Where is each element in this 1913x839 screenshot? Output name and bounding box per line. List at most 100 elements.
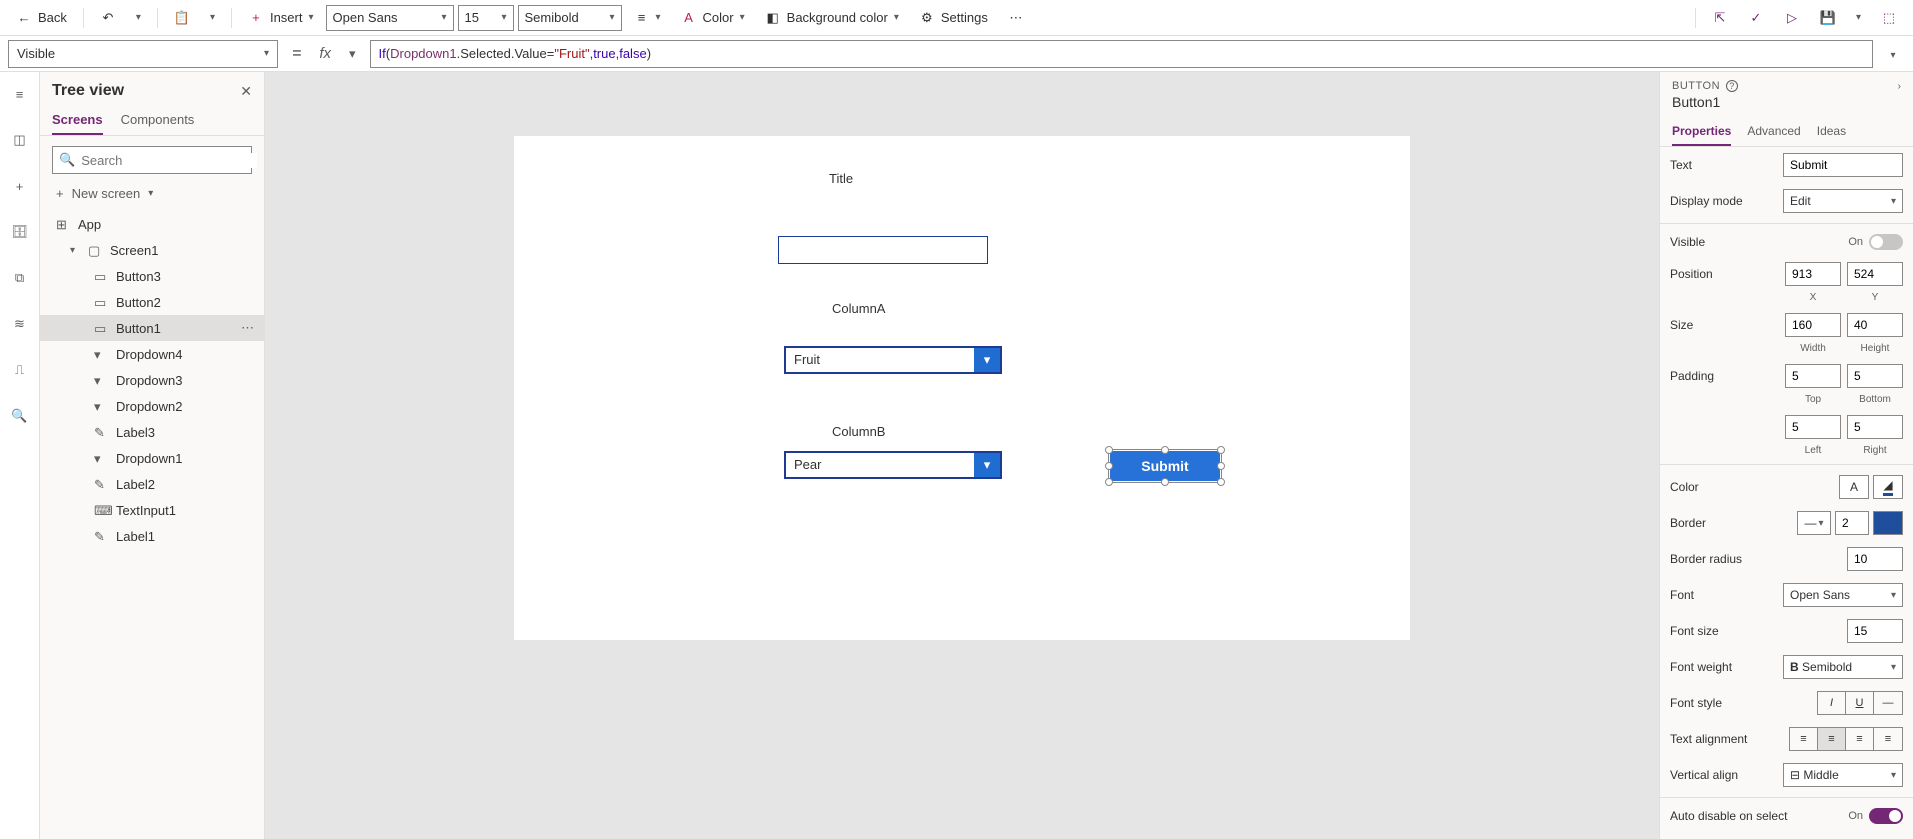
border-style-select[interactable]: — ▾ — [1797, 511, 1831, 535]
expand-icon[interactable]: ▾ — [70, 245, 80, 256]
resize-handle[interactable] — [1217, 462, 1225, 470]
tree-item-dropdown2[interactable]: ▾Dropdown2 — [40, 393, 264, 419]
share-button[interactable]: ⇱ — [1704, 6, 1736, 30]
resize-handle[interactable] — [1105, 446, 1113, 454]
dropdown-b-chevron[interactable]: ▾ — [974, 453, 1000, 477]
tree-item-textinput1[interactable]: ⌨TextInput1 — [40, 497, 264, 523]
prop-padright-input[interactable] — [1847, 415, 1903, 439]
search-input[interactable] — [81, 153, 257, 168]
italic-button[interactable]: I — [1818, 692, 1846, 714]
tree-item-label3[interactable]: ✎Label3 — [40, 419, 264, 445]
new-screen-button[interactable]: + New screen ▾ — [40, 180, 264, 207]
info-icon[interactable]: ? — [1726, 80, 1738, 92]
tree-item-screen1[interactable]: ▾▢Screen1 — [40, 237, 264, 263]
font-family-select[interactable]: Open Sans ▾ — [326, 5, 454, 31]
insert-button[interactable]: + Insert ▾ — [240, 6, 322, 30]
dropdown-a-chevron[interactable]: ▾ — [974, 348, 1000, 372]
tab-components[interactable]: Components — [121, 106, 195, 135]
settings-button[interactable]: ⚙ Settings — [911, 6, 996, 30]
prop-padleft-input[interactable] — [1785, 415, 1841, 439]
property-select[interactable]: Visible ▾ — [8, 40, 278, 68]
paste-button[interactable]: 📋 — [166, 6, 198, 30]
tab-ideas[interactable]: Ideas — [1817, 118, 1846, 146]
undo-button[interactable]: ↶ — [92, 6, 124, 30]
tree-item-dropdown1[interactable]: ▾Dropdown1 — [40, 445, 264, 471]
rail-tree-button[interactable]: ≡ — [4, 78, 36, 110]
prop-width-input[interactable] — [1785, 313, 1841, 337]
rail-data-button[interactable]: 🗄 — [4, 216, 36, 248]
prop-displaymode-select[interactable]: Edit▾ — [1783, 189, 1903, 213]
close-panel-button[interactable]: ✕ — [240, 83, 252, 100]
rail-media-button[interactable]: ⧉ — [4, 262, 36, 294]
back-button[interactable]: ← Back — [8, 6, 75, 30]
tab-properties[interactable]: Properties — [1672, 118, 1731, 146]
fill-color-button[interactable]: ◢ — [1873, 475, 1903, 499]
tree-item-button1[interactable]: ▭Button1⋯ — [40, 315, 264, 341]
underline-button[interactable]: U — [1846, 692, 1874, 714]
rail-insert-button[interactable]: ◫ — [4, 124, 36, 156]
canvas-columnb-label[interactable]: ColumnB — [832, 424, 885, 439]
prop-font-select[interactable]: Open Sans▾ — [1783, 583, 1903, 607]
expand-formula-button[interactable]: ▾ — [1881, 46, 1905, 61]
more-button[interactable]: ⋯ — [1000, 6, 1032, 30]
prop-fontweight-select[interactable]: B Semibold▾ — [1783, 655, 1903, 679]
prop-padtop-input[interactable] — [1785, 364, 1841, 388]
tree-item-button2[interactable]: ▭Button2 — [40, 289, 264, 315]
strike-button[interactable]: — — [1874, 692, 1902, 714]
tab-advanced[interactable]: Advanced — [1747, 118, 1800, 146]
formula-input[interactable]: If(Dropdown1.Selected.Value="Fruit",true… — [370, 40, 1873, 68]
resize-handle[interactable] — [1105, 478, 1113, 486]
tab-screens[interactable]: Screens — [52, 106, 103, 135]
tree-item-app[interactable]: ⊞App — [40, 211, 264, 237]
resize-handle[interactable] — [1161, 478, 1169, 486]
autodisable-toggle[interactable] — [1869, 808, 1903, 824]
align-left-button[interactable]: ≡ — [1790, 728, 1818, 750]
prop-x-input[interactable] — [1785, 262, 1841, 286]
rail-variables-button[interactable]: ⎍ — [4, 354, 36, 386]
border-width-input[interactable] — [1835, 511, 1869, 535]
prop-valign-select[interactable]: ⊟ Middle▾ — [1783, 763, 1903, 787]
prop-fontsize-input[interactable] — [1847, 619, 1903, 643]
app-checker-button[interactable]: ✓ — [1740, 6, 1772, 30]
rail-flow-button[interactable]: ≋ — [4, 308, 36, 340]
save-menu[interactable]: ▾ — [1848, 8, 1869, 27]
preview-button[interactable]: ▷ — [1776, 6, 1808, 30]
tree-item-label2[interactable]: ✎Label2 — [40, 471, 264, 497]
visible-toggle[interactable] — [1869, 234, 1903, 250]
prop-y-input[interactable] — [1847, 262, 1903, 286]
undo-menu[interactable]: ▾ — [128, 8, 149, 27]
save-button[interactable]: 💾 — [1812, 6, 1844, 30]
canvas-columna-label[interactable]: ColumnA — [832, 301, 885, 316]
prop-height-input[interactable] — [1847, 313, 1903, 337]
prop-radius-input[interactable] — [1847, 547, 1903, 571]
text-color-button[interactable]: A — [1839, 475, 1869, 499]
rail-add-button[interactable]: + — [4, 170, 36, 202]
prop-padbottom-input[interactable] — [1847, 364, 1903, 388]
canvas-text-input[interactable] — [778, 236, 988, 264]
tree-item-dropdown4[interactable]: ▾Dropdown4 — [40, 341, 264, 367]
canvas-title-label[interactable]: Title — [829, 171, 853, 186]
tree-item-button3[interactable]: ▭Button3 — [40, 263, 264, 289]
tree-item-label1[interactable]: ✎Label1 — [40, 523, 264, 549]
font-color-button[interactable]: A Color ▾ — [673, 6, 753, 30]
canvas-dropdown-b[interactable]: Pear ▾ — [784, 451, 1002, 479]
more-icon[interactable]: ⋯ — [241, 320, 254, 336]
canvas-area[interactable]: Title ColumnA Fruit ▾ ColumnB Pear ▾ Sub… — [265, 72, 1659, 839]
resize-handle[interactable] — [1161, 446, 1169, 454]
prop-text-input[interactable] — [1783, 153, 1903, 177]
align-center-button[interactable]: ≡ — [1818, 728, 1846, 750]
chevron-right-icon[interactable]: › — [1898, 81, 1901, 92]
canvas[interactable]: Title ColumnA Fruit ▾ ColumnB Pear ▾ Sub… — [514, 136, 1410, 640]
rail-search-button[interactable]: 🔍 — [4, 400, 36, 432]
publish-button[interactable]: ⬚ — [1873, 6, 1905, 30]
align-menu[interactable]: ≡▾ — [626, 6, 669, 30]
tree-search[interactable]: 🔍 — [52, 146, 252, 174]
resize-handle[interactable] — [1105, 462, 1113, 470]
bg-color-button[interactable]: ◧ Background color ▾ — [757, 6, 907, 30]
border-color-swatch[interactable] — [1873, 511, 1903, 535]
resize-handle[interactable] — [1217, 446, 1225, 454]
resize-handle[interactable] — [1217, 478, 1225, 486]
chevron-down-icon[interactable]: ▾ — [343, 46, 362, 62]
font-weight-select[interactable]: Semibold ▾ — [518, 5, 622, 31]
align-justify-button[interactable]: ≡ — [1874, 728, 1902, 750]
